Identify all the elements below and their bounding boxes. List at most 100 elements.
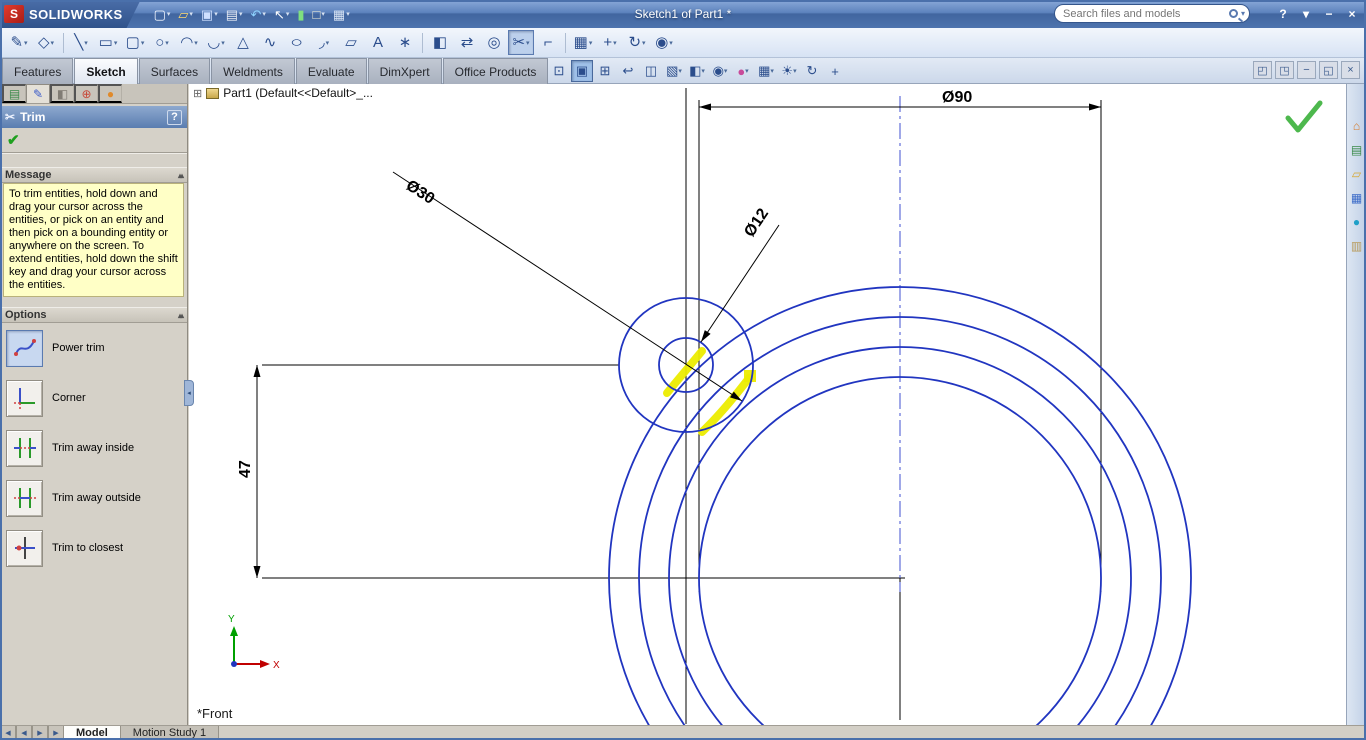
chevron-down-icon[interactable]: ▾ xyxy=(189,10,193,18)
close-button[interactable]: × xyxy=(1342,4,1362,23)
quick-snaps-button[interactable]: ◉▾ xyxy=(651,30,677,55)
tab-scroll-prev-button[interactable]: ◀ xyxy=(16,726,32,740)
ok-button[interactable]: ✔ xyxy=(7,131,20,149)
custom-properties-tab[interactable]: ▥ xyxy=(1348,236,1366,255)
mirror-entities-button[interactable]: ◧ xyxy=(427,30,453,55)
convert-entities-button[interactable]: ⇄ xyxy=(454,30,480,55)
chevron-down-icon[interactable]: ▾ xyxy=(194,39,198,47)
standard-views-button[interactable]: ▧▾ xyxy=(663,60,685,82)
search-box[interactable]: ▾ xyxy=(1054,4,1250,23)
rebuild-button[interactable]: ▮ xyxy=(294,3,307,25)
chevron-down-icon[interactable]: ▾ xyxy=(24,39,28,47)
tangent-arc-button[interactable]: ◡▾ xyxy=(203,30,229,55)
solidworks-resources-tab[interactable]: ⌂ xyxy=(1348,116,1366,135)
view-orientation-button[interactable]: ▣ xyxy=(571,60,593,82)
chevron-down-icon[interactable]: ▾ xyxy=(770,67,774,75)
chevron-down-icon[interactable]: ▾ xyxy=(669,39,673,47)
search-icon[interactable] xyxy=(1229,9,1238,18)
horizontal-scrollbar-track[interactable] xyxy=(219,726,1366,740)
restore-document-button[interactable]: ◱ xyxy=(1319,61,1338,79)
apply-scene-button[interactable]: ▦▾ xyxy=(755,60,777,82)
linear-sketch-pattern-button[interactable]: ▦▾ xyxy=(570,30,596,55)
chevron-down-icon[interactable]: ▾ xyxy=(326,39,330,47)
chevron-down-icon[interactable]: ▾ xyxy=(793,67,797,75)
display-pane-left-button[interactable]: ◰ xyxy=(1253,61,1272,79)
trim-highlight-segment[interactable] xyxy=(667,351,702,393)
chevron-down-icon[interactable]: ▾ xyxy=(221,39,225,47)
dimension-47-text[interactable]: 47 xyxy=(237,460,254,478)
trim-to-closest-button[interactable] xyxy=(6,530,43,567)
sketch-button[interactable]: ✎▾ xyxy=(6,30,32,55)
message-group-header[interactable]: Message ▴▴ xyxy=(0,167,187,183)
plane-button[interactable]: ▱ xyxy=(338,30,364,55)
confirm-checkmark[interactable] xyxy=(1288,103,1320,130)
tab-dimxpert[interactable]: DimXpert xyxy=(368,58,442,84)
file-explorer-tab[interactable]: ▱ xyxy=(1348,164,1366,183)
offset-entities-button[interactable]: ◎ xyxy=(481,30,507,55)
chevron-down-icon[interactable]: ▾ xyxy=(613,39,617,47)
chevron-down-icon[interactable]: ▾ xyxy=(167,10,171,18)
rotate-view-button[interactable]: ↻ xyxy=(801,60,823,82)
spline-button[interactable]: ∿ xyxy=(257,30,283,55)
chevron-down-icon[interactable]: ▾ xyxy=(678,67,682,75)
chevron-down-icon[interactable]: ▾ xyxy=(262,10,266,18)
search-dropdown-icon[interactable]: ▾ xyxy=(1241,9,1245,18)
centerpoint-arc-button[interactable]: ◠▾ xyxy=(176,30,202,55)
appearances-scenes-tab[interactable]: ● xyxy=(1348,212,1366,231)
display-delete-relations-button[interactable]: ↻▾ xyxy=(624,30,650,55)
option-trim-away-inside[interactable]: Trim away inside xyxy=(0,423,187,473)
trim-away-outside-button[interactable] xyxy=(6,480,43,517)
sketch-canvas[interactable]: Ø90 47 Ø30 Ø12 Y X *Front xyxy=(189,84,1346,725)
save-button[interactable]: ▣▾ xyxy=(198,3,221,25)
section-view-button[interactable]: ◫ xyxy=(640,60,662,82)
option-trim-to-closest[interactable]: Trim to closest xyxy=(0,523,187,573)
corner-rectangle-button[interactable]: ▭▾ xyxy=(95,30,121,55)
power-trim-button[interactable] xyxy=(6,330,43,367)
line-button[interactable]: ╲▾ xyxy=(68,30,94,55)
pm-help-button[interactable]: ? xyxy=(167,110,182,125)
chevron-down-icon[interactable]: ▾ xyxy=(701,67,705,75)
chevron-down-icon[interactable]: ▾ xyxy=(141,39,145,47)
polygon-button[interactable]: △ xyxy=(230,30,256,55)
expand-menu-button[interactable]: ▾ xyxy=(1296,4,1316,23)
sketch-fillet-button[interactable]: ◞▾ xyxy=(311,30,337,55)
chevron-down-icon[interactable]: ▾ xyxy=(51,39,55,47)
chevron-down-icon[interactable]: ▾ xyxy=(165,39,169,47)
display-pane-right-button[interactable]: ◳ xyxy=(1275,61,1294,79)
extend-entities-button[interactable]: ⌐ xyxy=(535,30,561,55)
chevron-down-icon[interactable]: ▾ xyxy=(589,39,593,47)
property-manager-tab[interactable]: ✎ xyxy=(26,84,50,103)
close-document-button[interactable]: × xyxy=(1341,61,1360,79)
trim-highlight-point[interactable] xyxy=(744,370,756,382)
minimize-button[interactable]: − xyxy=(1319,4,1339,23)
tab-motion-study-1[interactable]: Motion Study 1 xyxy=(121,726,219,740)
pan-button[interactable]: + xyxy=(824,60,846,82)
tab-scroll-first-button[interactable]: ◀ xyxy=(0,726,16,740)
tab-scroll-next-button[interactable]: ▶ xyxy=(32,726,48,740)
chevron-down-icon[interactable]: ▾ xyxy=(346,10,350,18)
zoom-to-area-button[interactable]: ⊞ xyxy=(594,60,616,82)
select-button[interactable]: ↖▾ xyxy=(271,3,292,25)
trim-entities-button[interactable]: ✂▾ xyxy=(508,30,534,55)
tab-surfaces[interactable]: Surfaces xyxy=(139,58,210,84)
tab-office-products[interactable]: Office Products xyxy=(443,58,549,84)
origin-point[interactable] xyxy=(231,661,237,667)
collapse-icon[interactable]: ▴▴ xyxy=(178,171,182,180)
circle-button[interactable]: ○▾ xyxy=(149,30,175,55)
tab-evaluate[interactable]: Evaluate xyxy=(296,58,367,84)
chevron-down-icon[interactable]: ▾ xyxy=(745,67,749,75)
chevron-down-icon[interactable]: ▾ xyxy=(724,67,728,75)
chevron-down-icon[interactable]: ▾ xyxy=(642,39,646,47)
dimension-d90-text[interactable]: Ø90 xyxy=(942,89,972,106)
dimxpert-manager-tab[interactable]: ⊕ xyxy=(74,84,98,103)
display-manager-tab[interactable]: ● xyxy=(98,84,122,103)
chevron-down-icon[interactable]: ▾ xyxy=(321,10,325,18)
chevron-down-icon[interactable]: ▾ xyxy=(84,39,88,47)
configuration-manager-tab[interactable]: ◧ xyxy=(50,84,74,103)
chevron-down-icon[interactable]: ▾ xyxy=(526,39,530,47)
open-button[interactable]: ▱▾ xyxy=(175,3,196,25)
straight-slot-button[interactable]: ▢▾ xyxy=(122,30,148,55)
tab-features[interactable]: Features xyxy=(2,58,73,84)
leader-line-d30[interactable] xyxy=(393,172,742,401)
view-palette-tab[interactable]: ▦ xyxy=(1348,188,1366,207)
